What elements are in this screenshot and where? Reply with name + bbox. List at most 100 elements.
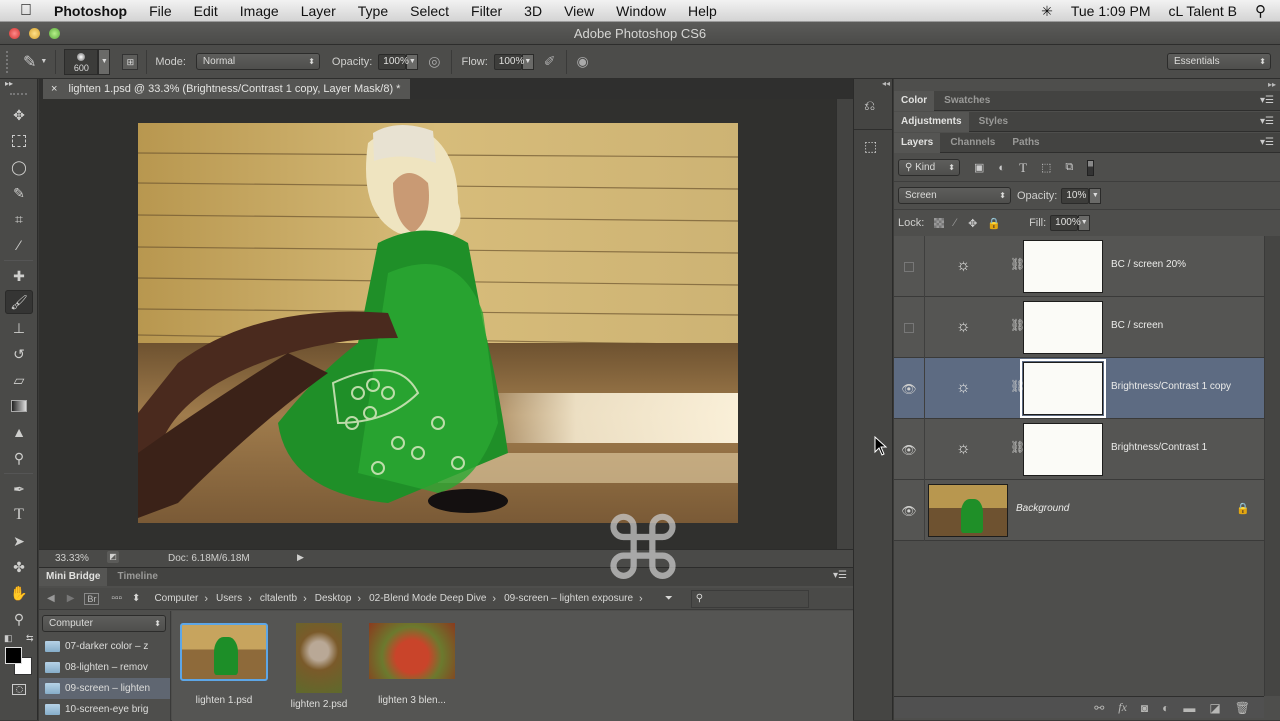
minibridge-search-field[interactable]: ⚲ — [690, 589, 809, 608]
flow-input[interactable]: 100% — [493, 53, 524, 70]
layer-name[interactable]: BC / screen — [1111, 320, 1163, 331]
preset-dropdown-arrow[interactable]: ▼ — [40, 58, 47, 65]
zoom-tool-icon[interactable]: ⚲ — [5, 607, 33, 631]
view-options-icon[interactable]: ▫▫▫ — [111, 593, 122, 604]
layer-mask-thumbnail[interactable] — [1023, 240, 1103, 293]
toolbox-grip[interactable] — [10, 93, 27, 101]
menu-edit[interactable]: Edit — [194, 3, 218, 19]
menubar-clock[interactable]: Tue 1:09 PM — [1071, 3, 1151, 19]
crop-tool-icon[interactable]: ⌗ — [5, 207, 33, 231]
filter-pixel-icon[interactable]: ▣ — [974, 161, 984, 174]
go-to-bridge-button[interactable]: Br — [84, 592, 100, 605]
blur-tool-icon[interactable]: ▲ — [5, 420, 33, 444]
tab-channels[interactable]: Channels — [943, 133, 1002, 153]
tab-adjustments[interactable]: Adjustments — [894, 112, 969, 132]
layer-mask-thumbnail-active[interactable] — [1020, 359, 1106, 418]
menu-window[interactable]: Window — [616, 3, 666, 19]
lock-position-icon[interactable]: ✥ — [968, 217, 977, 230]
brush-size-dropdown[interactable]: ▼ — [98, 48, 111, 75]
history-panel-icon[interactable]: ⎌ — [864, 97, 884, 121]
breadcrumb-computer[interactable]: Computer — [154, 593, 198, 604]
status-menu-arrow[interactable]: ▶ — [297, 552, 304, 563]
toolbox-collapse-icon[interactable]: ▸▸ — [0, 79, 37, 91]
eraser-tool-icon[interactable]: ▱ — [5, 368, 33, 392]
pressure-size-icon[interactable]: ◉ — [577, 53, 589, 70]
collapse-dock-icon[interactable]: ◂◂ — [854, 79, 892, 89]
filter-kind-select[interactable]: ⚲ Kind ⬍ — [898, 159, 960, 176]
layer-mask-thumbnail[interactable] — [1023, 423, 1103, 476]
swap-colors-icon[interactable]: ⇆ — [26, 633, 34, 644]
layer-name[interactable]: Background — [1016, 503, 1069, 514]
tab-paths[interactable]: Paths — [1005, 133, 1046, 153]
layer-opacity-input[interactable]: 10% — [1061, 187, 1090, 204]
tab-layers[interactable]: Layers — [894, 133, 941, 153]
filter-shape-icon[interactable]: ⬚ — [1041, 161, 1051, 174]
canvas-vertical-scrollbar[interactable] — [836, 99, 853, 549]
layer-opacity-dropdown[interactable]: ▼ — [1089, 187, 1102, 204]
layers-panel-menu-icon[interactable]: ▾☰ — [1260, 137, 1274, 148]
doc-size-info[interactable]: Doc: 6.18M/6.18M — [168, 553, 250, 564]
lock-transparent-icon[interactable] — [934, 218, 945, 228]
layer-row[interactable]: ☼ ⛓ BC / screen — [894, 297, 1264, 358]
menu-view[interactable]: View — [564, 3, 594, 19]
forward-button[interactable]: ▶ — [67, 593, 75, 604]
menu-3d[interactable]: 3D — [524, 3, 542, 19]
filter-adjustment-icon[interactable]: ◐ — [998, 162, 1005, 174]
file-thumbnail[interactable]: lighten 2.psd — [284, 623, 354, 710]
apple-menu-icon[interactable]:  — [20, 2, 38, 20]
default-colors-icon[interactable]: ◧ — [4, 633, 13, 644]
sort-icon[interactable]: ⬍ — [132, 593, 140, 604]
folder-item-selected[interactable]: 09-screen – lighten — [39, 678, 170, 699]
shape-tool-icon[interactable]: ✤ — [5, 555, 33, 579]
layer-name[interactable]: BC / screen 20% — [1111, 259, 1186, 270]
tab-mini-bridge[interactable]: Mini Bridge — [39, 568, 108, 586]
activity-icon[interactable]: ✳ — [1041, 3, 1053, 20]
layer-row[interactable]: ☼ ⛓ BC / screen 20% — [894, 236, 1264, 297]
eyedropper-tool-icon[interactable]: ⁄ — [5, 233, 33, 257]
layer-thumbnail[interactable] — [928, 484, 1008, 537]
visibility-eye-icon[interactable]: 👁 — [894, 419, 925, 480]
folder-item[interactable]: 10-screen-eye brig — [39, 699, 170, 720]
brush-tool-preset-icon[interactable]: ✎ — [23, 52, 36, 72]
filter-toggle-switch[interactable] — [1087, 159, 1095, 176]
breadcrumb-blend-mode[interactable]: 02-Blend Mode Deep Dive — [369, 593, 486, 604]
mode-select[interactable]: Normal ⬍ — [195, 53, 320, 70]
foreground-color-swatch[interactable] — [5, 647, 22, 664]
menubar-user[interactable]: cL Talent B — [1169, 3, 1238, 19]
layer-mask-thumbnail[interactable] — [1023, 301, 1103, 354]
menu-select[interactable]: Select — [410, 3, 449, 19]
quick-mask-icon[interactable] — [5, 677, 33, 701]
brush-size-picker[interactable]: 600 — [64, 48, 99, 75]
back-button[interactable]: ◀ — [47, 593, 55, 604]
fill-input[interactable]: 100% — [1050, 215, 1081, 231]
layer-row[interactable]: 👁 ☼ ⛓ Brightness/Contrast 1 — [894, 419, 1264, 480]
link-layers-icon[interactable]: ⚯ — [1094, 701, 1104, 715]
lock-image-icon[interactable]: ⁄ — [954, 217, 956, 229]
folder-item[interactable]: 08-lighten – remov — [39, 657, 170, 678]
tab-swatches[interactable]: Swatches — [937, 91, 997, 111]
history-brush-tool-icon[interactable]: ↺ — [5, 342, 33, 366]
file-thumbnail[interactable]: lighten 3 blen... — [362, 623, 462, 706]
layer-row-selected[interactable]: 👁 ☼ ⛓ Brightness/Contrast 1 copy — [894, 358, 1264, 419]
minimize-window-button[interactable] — [29, 28, 40, 39]
tab-timeline[interactable]: Timeline — [111, 568, 165, 586]
quick-selection-tool-icon[interactable]: ✎ — [5, 181, 33, 205]
pressure-opacity-icon[interactable]: ◎ — [428, 53, 440, 70]
brush-tool-icon[interactable]: 🖌 — [5, 290, 33, 314]
minibridge-panel-menu-icon[interactable]: ▾☰ — [833, 570, 847, 581]
folder-item[interactable]: 07-darker color – z — [39, 636, 170, 657]
visibility-eye-icon[interactable]: 👁 — [894, 480, 925, 541]
expand-dock-icon[interactable]: ▸▸ — [1268, 80, 1276, 89]
zoom-level[interactable]: 33.33% — [55, 553, 89, 564]
marquee-tool-icon[interactable] — [5, 129, 33, 153]
tab-color[interactable]: Color — [894, 91, 935, 111]
new-layer-icon[interactable]: ◪ — [1209, 701, 1220, 715]
filter-smart-object-icon[interactable]: ⧉ — [1065, 161, 1073, 174]
lasso-tool-icon[interactable]: ◯ — [5, 155, 33, 179]
airbrush-icon[interactable]: ✐ — [544, 53, 556, 70]
hand-tool-icon[interactable]: ✋ — [5, 581, 33, 605]
layer-style-fx-icon[interactable]: fx — [1118, 700, 1127, 715]
menu-help[interactable]: Help — [688, 3, 717, 19]
dodge-tool-icon[interactable]: ⚲ — [5, 446, 33, 470]
layer-name[interactable]: Brightness/Contrast 1 — [1111, 442, 1207, 453]
